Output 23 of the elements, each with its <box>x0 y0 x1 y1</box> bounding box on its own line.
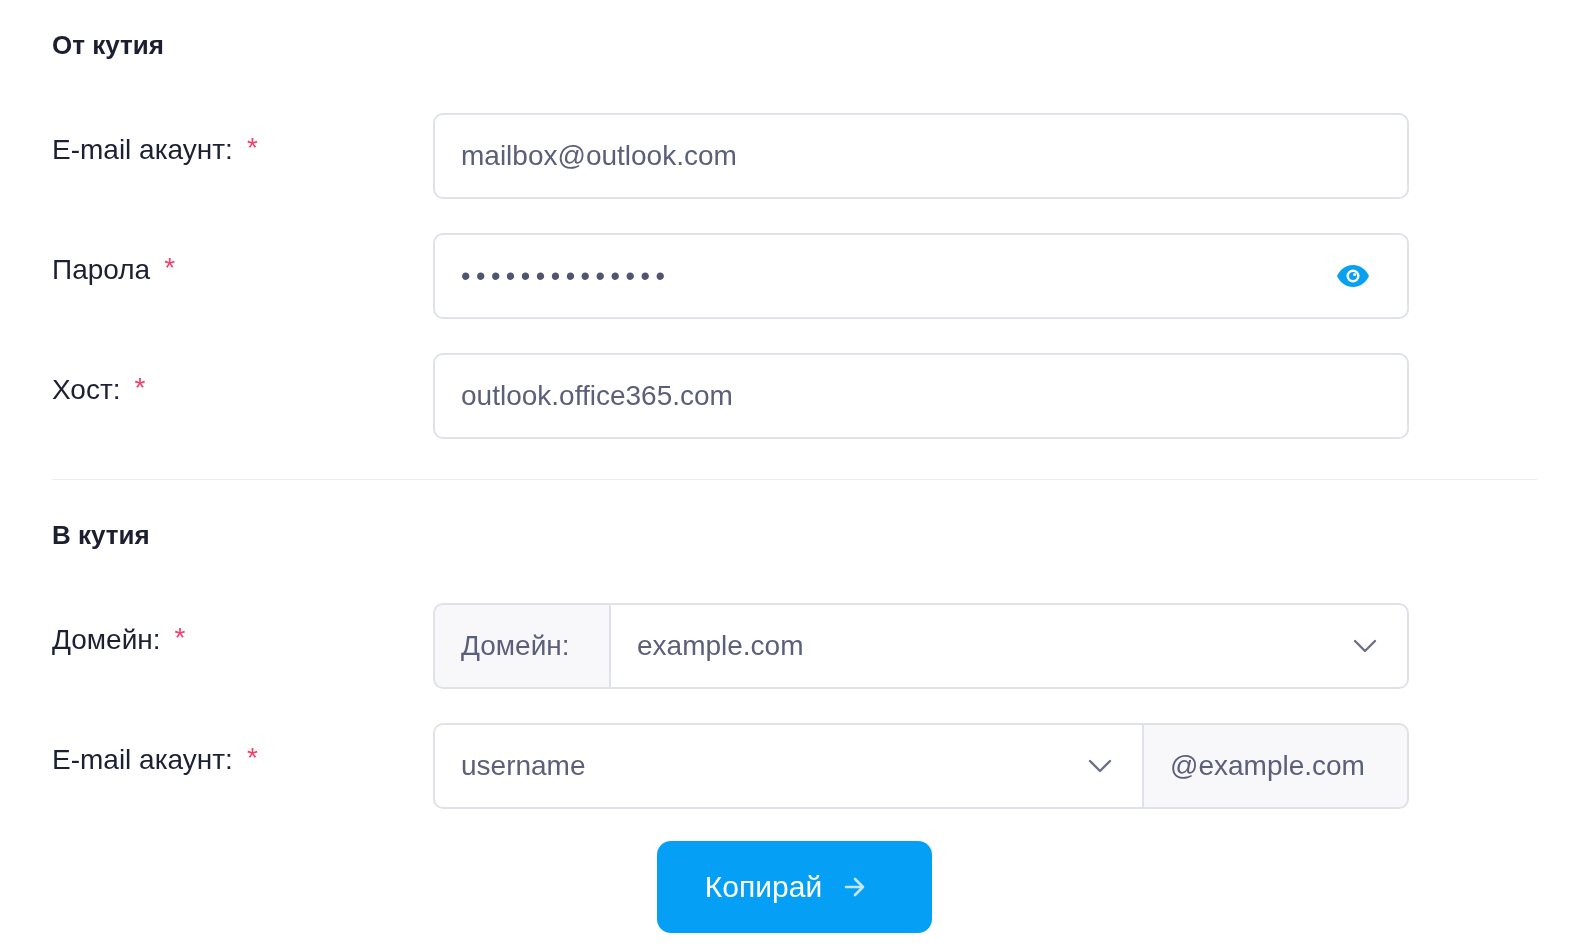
password-input[interactable]: •••••••••••••• <box>433 233 1409 319</box>
section-title: В кутия <box>52 519 150 551</box>
required-mark: * <box>164 253 176 283</box>
domain-select[interactable]: example.com <box>611 603 1409 689</box>
field-label: E-mail акаунт: <box>52 133 233 167</box>
required-mark: * <box>174 623 186 653</box>
email-domain-suffix: @example.com <box>1142 723 1409 809</box>
required-mark: * <box>134 373 146 403</box>
field-label: Хост: <box>52 373 121 407</box>
required-mark: * <box>246 133 258 163</box>
text-input[interactable]: outlook.office365.com <box>433 353 1409 439</box>
domain-prefix: Домейн: <box>433 603 611 689</box>
field-label: Парола <box>52 253 151 287</box>
field-label: E-mail акаунт: <box>52 743 233 777</box>
section-title: От кутия <box>52 29 164 61</box>
chevron-down-icon <box>1353 639 1377 653</box>
chevron-down-icon <box>1088 759 1112 773</box>
field-label: Домейн: <box>52 623 161 657</box>
required-mark: * <box>246 743 258 773</box>
username-select[interactable]: username <box>433 723 1142 809</box>
eye-icon[interactable] <box>1337 265 1369 287</box>
arrow-right-icon <box>844 877 867 897</box>
text-input[interactable]: mailbox@outlook.com <box>433 113 1409 199</box>
